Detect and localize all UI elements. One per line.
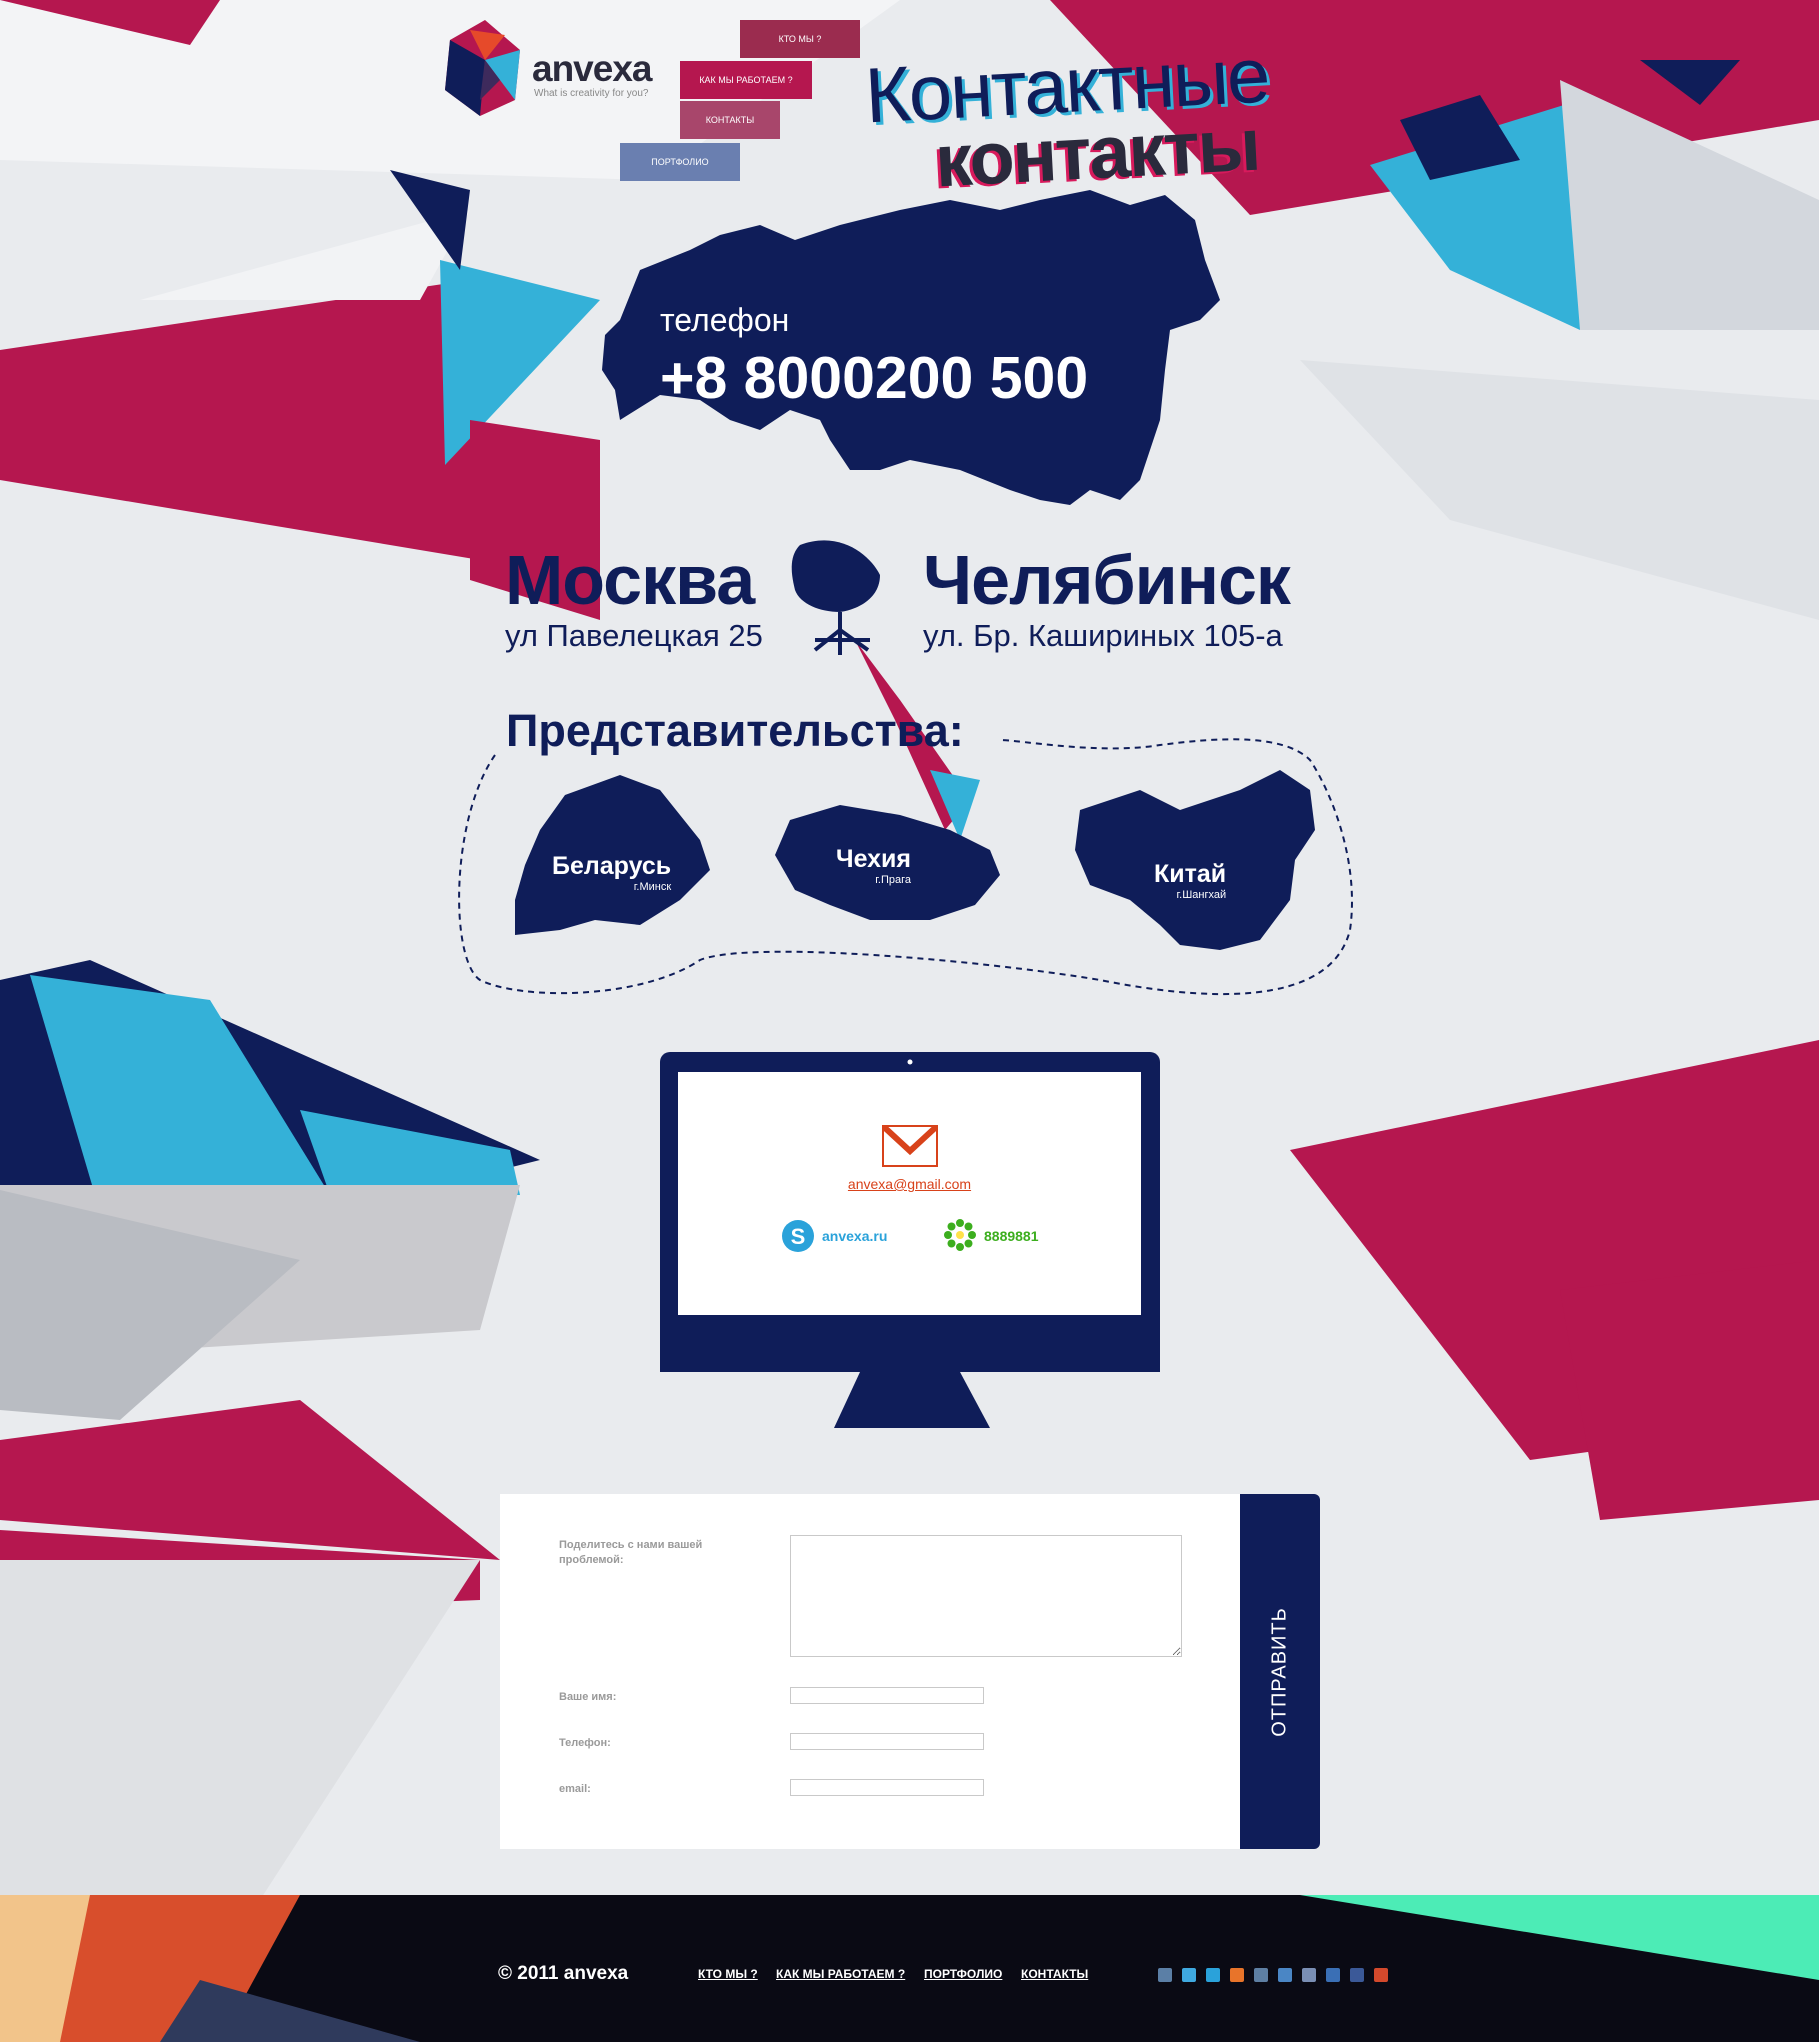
page-title-line-2: контакты [933, 102, 1261, 203]
facebook-icon[interactable] [1350, 1968, 1364, 1982]
footer-copyright: © 2011 anvexa [498, 1963, 629, 1984]
svg-text:S: S [791, 1224, 806, 1249]
phone-label: телефон [660, 302, 790, 338]
representation-czech: Чехия г.Прага [836, 845, 911, 886]
skype-login[interactable]: anvexa.ru [822, 1228, 887, 1244]
representation-china: Китай г.Шангхай [1154, 860, 1226, 901]
vkontakte-icon[interactable] [1158, 1968, 1172, 1982]
footer-link-portfolio[interactable]: ПОРТФОЛИО [924, 1967, 1002, 1981]
representations-title: Представительства: [506, 705, 964, 756]
country-city: г.Минск [633, 881, 672, 893]
twitter-icon[interactable] [1182, 1968, 1196, 1982]
phone-number: +8 8000200 500 [660, 345, 1089, 411]
email-link[interactable]: anvexa@gmail.com [678, 1176, 1141, 1192]
nav-item-contacts[interactable]: КОНТАКТЫ [680, 101, 780, 139]
name-input[interactable] [790, 1687, 984, 1704]
representation-belarus: Беларусь г.Минск [552, 852, 671, 893]
livejournal-icon[interactable] [1254, 1968, 1268, 1982]
submit-label: ОТПРАВИТЬ [1268, 1607, 1291, 1737]
office-address-chelyabinsk: ул. Бр. Кашириных 105-а [923, 618, 1283, 653]
phone-field-label: Телефон: [559, 1737, 611, 1749]
office-city-chelyabinsk: Челябинск [923, 541, 1291, 619]
submit-button[interactable]: ОТПРАВИТЬ [1240, 1494, 1320, 1849]
footer-link-how-we-work[interactable]: КАК МЫ РАБОТАЕМ ? [776, 1967, 905, 1981]
nav-item-portfolio[interactable]: ПОРТФОЛИО [620, 143, 740, 181]
logo-mark-icon[interactable] [440, 20, 530, 116]
flickr-icon[interactable] [1326, 1968, 1340, 1982]
office-address-moscow: ул Павелецкая 25 [505, 618, 763, 653]
nav-item-how-we-work[interactable]: КАК МЫ РАБОТАЕМ ? [680, 61, 812, 99]
gmail-icon[interactable] [882, 1125, 938, 1167]
icq-icon[interactable] [943, 1218, 977, 1252]
name-label: Ваше имя: [559, 1691, 617, 1703]
problem-textarea[interactable] [790, 1535, 1182, 1657]
skype-icon[interactable]: S [780, 1218, 816, 1254]
googleplus-icon[interactable] [1374, 1968, 1388, 1982]
problem-label: Поделитесь с нами вашей проблемой: [559, 1539, 703, 1566]
footer-link-contacts[interactable]: КОНТАКТЫ [1021, 1967, 1088, 1981]
odnoklassniki-icon[interactable] [1302, 1968, 1316, 1982]
brand-name[interactable]: anvexa [532, 48, 652, 90]
brand-tagline: What is creativity for you? [534, 88, 649, 99]
country-name: Чехия [836, 845, 911, 873]
phone-input[interactable] [790, 1733, 984, 1750]
email-field-label: email: [559, 1783, 591, 1795]
skype-icon[interactable] [1206, 1968, 1220, 1982]
country-city: г.Прага [875, 874, 911, 886]
moikrug-icon[interactable] [1278, 1968, 1292, 1982]
footer-link-who-we-are[interactable]: КТО МЫ ? [698, 1967, 758, 1981]
country-city: г.Шангхай [1176, 889, 1227, 901]
office-city-moscow: Москва [505, 541, 755, 619]
country-name: Китай [1154, 860, 1227, 888]
country-name: Беларусь [552, 852, 672, 880]
nav-item-who-we-are[interactable]: КТО МЫ ? [740, 20, 860, 58]
rss-icon[interactable] [1230, 1968, 1244, 1982]
icq-number[interactable]: 8889881 [984, 1228, 1039, 1244]
monitor-screen [678, 1072, 1141, 1315]
email-input[interactable] [790, 1779, 984, 1796]
